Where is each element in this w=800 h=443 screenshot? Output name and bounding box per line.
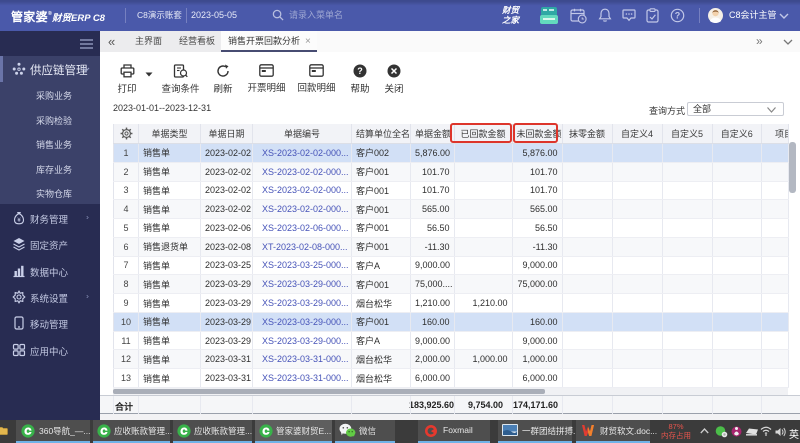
svg-text:?: ? bbox=[357, 66, 363, 76]
svg-text:?: ? bbox=[675, 11, 681, 21]
